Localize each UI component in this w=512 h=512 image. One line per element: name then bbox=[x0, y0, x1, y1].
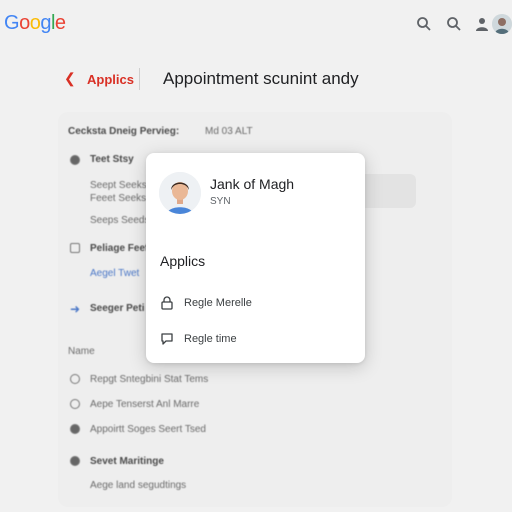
account-popup-card: Jank of Magh SYN Applics Regle Merelle R… bbox=[146, 153, 365, 363]
logo-letter: o bbox=[29, 12, 41, 34]
account-name: Jank of Magh bbox=[210, 176, 295, 192]
row-title: Sevet Maritinge bbox=[90, 456, 164, 467]
top-bar: Google bbox=[0, 0, 512, 48]
option-label: Aepe Tenserst Anl Marre bbox=[90, 399, 200, 410]
gear-icon bbox=[70, 456, 80, 466]
row-text: Aege land segudtings bbox=[90, 480, 187, 491]
avatar[interactable] bbox=[492, 14, 512, 34]
section-title: Cecksta Dneig Pervieg: bbox=[68, 126, 180, 137]
back-arrow-icon[interactable]: ❮ bbox=[64, 70, 76, 87]
google-logo[interactable]: Google bbox=[4, 12, 66, 35]
clock-icon bbox=[70, 155, 80, 165]
back-link[interactable]: Applics bbox=[87, 72, 134, 87]
row-title: Peliage Feefs bbox=[90, 243, 154, 254]
row-link[interactable]: Aegel Twet bbox=[90, 268, 139, 279]
logo-letter: G bbox=[4, 12, 20, 34]
logo-letter: e bbox=[54, 12, 66, 34]
search-icon[interactable] bbox=[416, 16, 432, 32]
menu-item-label: Regle Merelle bbox=[184, 297, 252, 309]
account-subtitle: SYN bbox=[210, 196, 231, 207]
search-icon[interactable] bbox=[446, 16, 462, 32]
row-text: Seeps Seeds bbox=[90, 215, 150, 226]
option-label: Repgt Sntegbini Stat Tems bbox=[90, 374, 209, 385]
option-label: Appoirtt Soges Seert Tsed bbox=[90, 424, 206, 435]
logo-letter: g bbox=[40, 12, 51, 34]
radio-button[interactable] bbox=[70, 399, 80, 409]
menu-item-label: Regle time bbox=[184, 333, 237, 345]
profile-avatar[interactable] bbox=[159, 172, 201, 214]
menu-item-regle-merelle[interactable]: Regle Merelle bbox=[160, 293, 350, 313]
menu-item-regle-time[interactable]: Regle time bbox=[160, 329, 350, 349]
divider bbox=[139, 68, 140, 90]
logo-letter: o bbox=[19, 12, 30, 34]
shield-icon bbox=[70, 424, 80, 434]
card-section-title: Applics bbox=[160, 253, 206, 269]
pin-icon: ➜ bbox=[70, 302, 81, 316]
lock-icon bbox=[160, 296, 174, 310]
section-meta: Md 03 ALT bbox=[205, 126, 253, 137]
row-text: Seept Seeks bbox=[90, 180, 147, 191]
row-title: Teet Stsy bbox=[90, 154, 134, 165]
field-label: Name bbox=[68, 346, 95, 357]
page-title: Appointment scunint andy bbox=[163, 69, 359, 88]
chat-bubble-icon bbox=[160, 332, 174, 346]
account-icon[interactable] bbox=[474, 16, 490, 32]
radio-button[interactable] bbox=[70, 374, 80, 384]
row-title: Seeger Peti bbox=[90, 303, 145, 314]
row-text: Feeet Seeks bbox=[90, 193, 147, 204]
document-icon bbox=[70, 243, 80, 253]
